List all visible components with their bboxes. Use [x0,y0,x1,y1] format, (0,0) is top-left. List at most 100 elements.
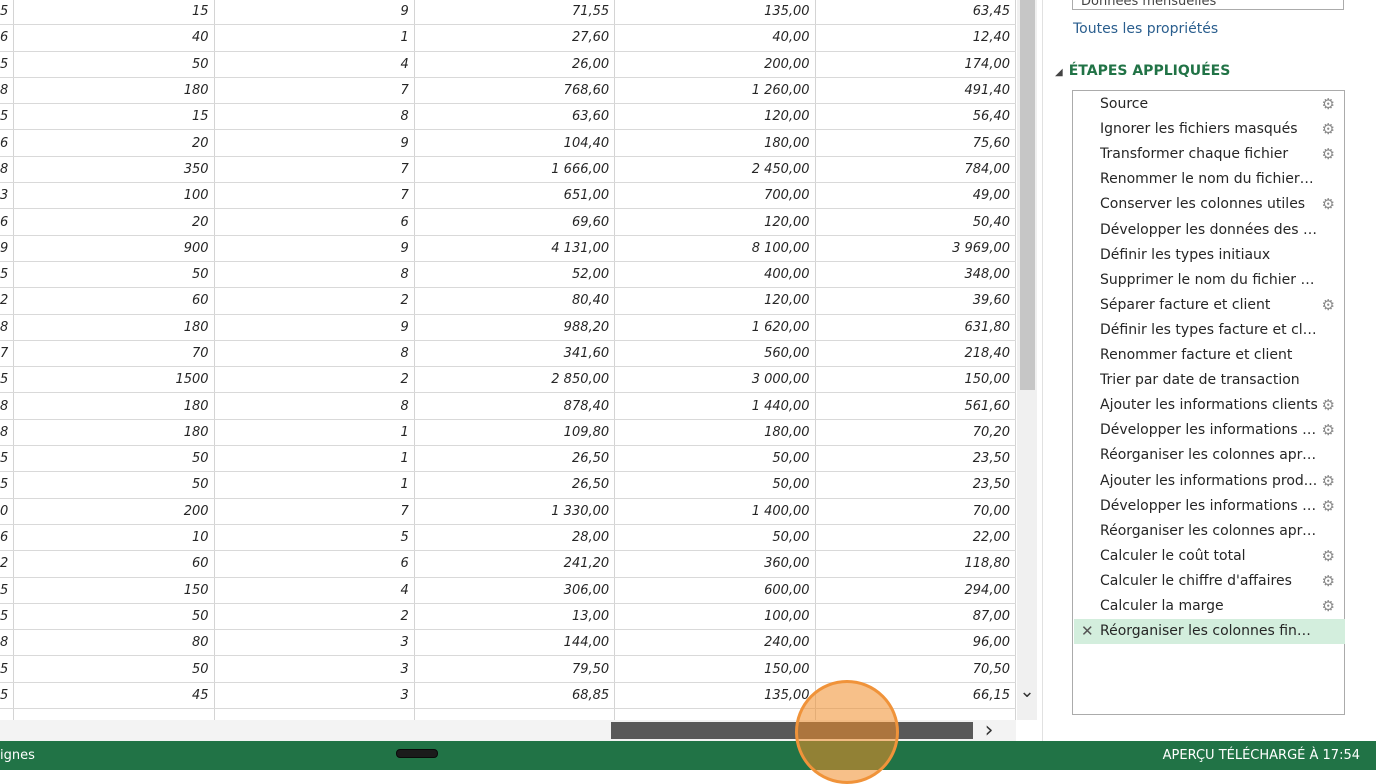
table-cell[interactable]: 9 [214,314,415,341]
table-cell[interactable]: 1500 [13,366,215,394]
table-cell[interactable]: 241,20 [414,550,616,578]
table-cell[interactable]: 1 440,00 [614,392,816,420]
table-cell[interactable]: 120,00 [614,287,816,315]
table-cell[interactable]: 5 [0,682,15,710]
table-cell[interactable]: 600,00 [614,577,816,604]
table-cell[interactable]: 144,00 [414,629,616,657]
table-cell[interactable]: 350 [13,156,215,184]
table-cell[interactable]: 8 [0,77,15,105]
query-name-field[interactable]: Données mensuelles [1072,0,1344,10]
table-cell[interactable]: 109,80 [414,419,616,447]
table-cell[interactable]: 6 [0,129,15,157]
table-cell[interactable]: 5 [0,577,15,604]
table-cell[interactable]: 1 [214,24,415,52]
applied-step-item[interactable]: Ignorer les fichiers masqués ⚙ [1074,117,1345,142]
table-cell[interactable]: 120,00 [614,103,816,131]
table-cell[interactable]: 8 [0,419,15,447]
table-cell[interactable]: 1 620,00 [614,314,816,341]
table-cell[interactable]: 45 [13,682,215,710]
applied-step-item[interactable]: Développer les informations cl... ⚙ [1074,418,1345,443]
table-cell[interactable]: 3 [214,655,415,683]
table-cell[interactable]: 651,00 [414,182,616,210]
table-cell[interactable]: 4 131,00 [414,235,616,262]
applied-step-item[interactable]: Réorganiser les colonnes aprè... [1074,443,1345,468]
table-cell[interactable]: 200 [13,498,215,525]
table-cell[interactable]: 180 [13,314,215,341]
applied-step-item[interactable]: Ajouter les informations prod... ⚙ [1074,469,1345,494]
table-cell[interactable]: 15 [13,0,215,26]
table-cell[interactable]: 180,00 [614,129,816,157]
table-cell[interactable]: 50 [13,261,215,289]
applied-step-item[interactable]: Renommer le nom du fichier s... [1074,167,1345,192]
table-cell[interactable]: 6 [0,524,15,552]
table-cell[interactable]: 26,00 [414,51,616,78]
table-cell[interactable]: 27,60 [414,24,616,52]
gear-icon[interactable]: ⚙ [1322,569,1335,594]
table-cell[interactable]: 2 450,00 [614,156,816,184]
table-cell[interactable]: 22,00 [815,524,1016,552]
table-cell[interactable]: 50,00 [614,471,816,499]
table-cell[interactable] [13,708,215,720]
table-cell[interactable]: 8 [0,156,15,184]
table-cell[interactable]: 63,60 [414,103,616,131]
table-cell[interactable]: 1 400,00 [614,498,816,525]
table-cell[interactable]: 118,80 [815,550,1016,578]
collapse-triangle-icon[interactable]: ◢ [1055,67,1063,78]
table-cell[interactable]: 8 [214,261,415,289]
table-cell[interactable]: 100,00 [614,603,816,631]
table-cell[interactable]: 2 850,00 [414,366,616,394]
table-cell[interactable]: 360,00 [614,550,816,578]
table-cell[interactable]: 9 [0,235,15,262]
applied-step-item[interactable]: Calculer le chiffre d'affaires ⚙ [1074,569,1345,594]
table-cell[interactable]: 3 [214,682,415,710]
table-cell[interactable]: 180 [13,77,215,105]
table-cell[interactable]: 60 [13,550,215,578]
table-cell[interactable]: 5 [0,261,15,289]
table-cell[interactable]: 8 [0,629,15,657]
table-cell[interactable]: 15 [13,103,215,131]
table-cell[interactable]: 491,40 [815,77,1016,105]
applied-step-item[interactable]: Développer les informations p... ⚙ [1074,494,1345,519]
table-cell[interactable]: 8 100,00 [614,235,816,262]
table-cell[interactable]: 784,00 [815,156,1016,184]
gear-icon[interactable]: ⚙ [1322,594,1335,619]
applied-step-item[interactable]: Calculer le coût total ⚙ [1074,544,1345,569]
applied-step-item[interactable]: Réorganiser les colonnes aprè... [1074,519,1345,544]
table-cell[interactable]: 4 [214,51,415,78]
table-cell[interactable]: 50 [13,471,215,499]
table-cell[interactable]: 39,60 [815,287,1016,315]
gear-icon[interactable]: ⚙ [1322,293,1335,318]
table-cell[interactable]: 87,00 [815,603,1016,631]
table-cell[interactable]: 8 [0,314,15,341]
gear-icon[interactable]: ⚙ [1322,192,1335,217]
gear-icon[interactable]: ⚙ [1322,142,1335,167]
table-cell[interactable]: 294,00 [815,577,1016,604]
table-cell[interactable]: 5 [0,0,15,26]
table-cell[interactable]: 9 [214,235,415,262]
table-cell[interactable]: 70 [13,340,215,368]
table-cell[interactable]: 1 260,00 [614,77,816,105]
table-cell[interactable]: 200,00 [614,51,816,78]
table-cell[interactable]: 7 [214,498,415,525]
table-cell[interactable]: 135,00 [614,682,816,710]
table-cell[interactable]: 5 [0,603,15,631]
table-cell[interactable]: 150,00 [614,655,816,683]
table-cell[interactable]: 560,00 [614,340,816,368]
table-cell[interactable]: 9 [214,129,415,157]
table-cell[interactable]: 180 [13,419,215,447]
table-cell[interactable]: 0 [0,498,15,525]
table-cell[interactable]: 1 666,00 [414,156,616,184]
table-cell[interactable]: 63,45 [815,0,1016,26]
table-cell[interactable]: 70,50 [815,655,1016,683]
table-cell[interactable]: 56,40 [815,103,1016,131]
table-cell[interactable]: 2 [0,550,15,578]
table-cell[interactable]: 23,50 [815,445,1016,473]
applied-step-item[interactable]: Conserver les colonnes utiles ⚙ [1074,192,1345,217]
table-cell[interactable]: 8 [0,392,15,420]
all-properties-link[interactable]: Toutes les propriétés [1073,21,1218,37]
table-cell[interactable]: 400,00 [614,261,816,289]
table-cell[interactable]: 40 [13,24,215,52]
table-cell[interactable] [0,708,15,720]
table-cell[interactable]: 6 [214,208,415,236]
table-cell[interactable]: 341,60 [414,340,616,368]
